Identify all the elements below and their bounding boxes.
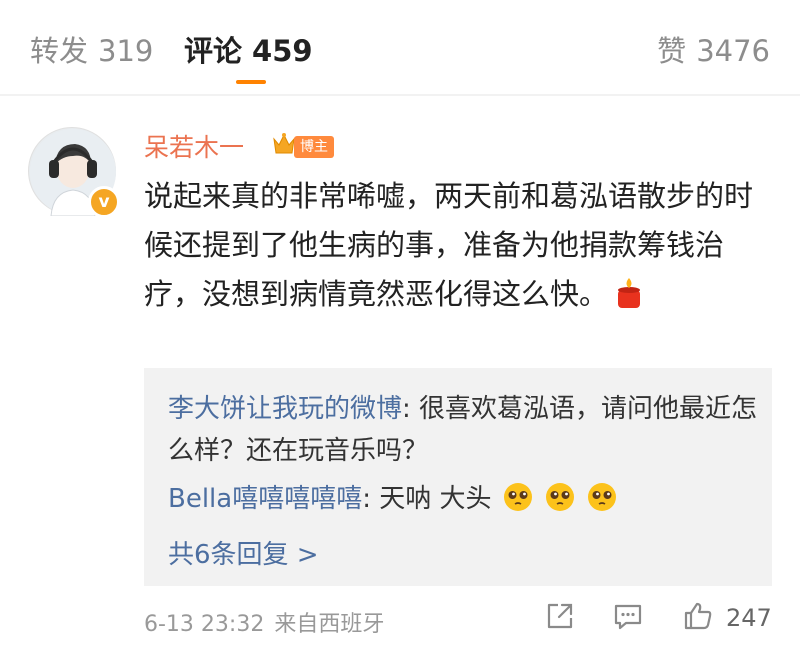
- comment-icon[interactable]: [612, 600, 644, 632]
- share-icon[interactable]: [544, 600, 576, 632]
- tab-comment-label: 评论: [184, 34, 243, 68]
- comment-author-name[interactable]: 呆若木一: [144, 128, 244, 164]
- tab-divider: [0, 94, 800, 96]
- verified-badge-icon: v: [88, 186, 120, 218]
- tab-like-count: 3476: [696, 34, 770, 68]
- tab-repost-count: 319: [98, 34, 154, 68]
- reply-text: : 天呐 大头: [362, 484, 492, 514]
- reply-item: Bella嘻嘻嘻嘻嘻: 天呐 大头: [168, 478, 758, 520]
- crown-icon: [273, 133, 295, 154]
- thumbs-up-icon[interactable]: [682, 600, 714, 632]
- tab-repost[interactable]: 转发 319: [30, 28, 153, 70]
- comment-text: 说起来真的非常唏嘘，两天前和葛泓语散步的时候还提到了他生病的事，准备为他捐款筹钱…: [144, 179, 754, 311]
- tab-repost-label: 转发: [30, 34, 89, 68]
- tab-like-label: 赞: [657, 34, 687, 68]
- source-location: 来自西班牙: [274, 612, 385, 637]
- tab-bar: 转发 319 评论 459 赞 3476: [0, 0, 800, 96]
- comment-body: 说起来真的非常唏嘘，两天前和葛泓语散步的时候还提到了他生病的事，准备为他捐款筹钱…: [144, 172, 764, 319]
- tab-comment[interactable]: 评论 459: [184, 28, 313, 70]
- reply-author-name[interactable]: Bella嘻嘻嘻嘻嘻: [168, 484, 362, 514]
- timestamp: 6-13 23:32: [144, 612, 265, 637]
- pleading-face-icon: [545, 483, 574, 511]
- tab-like[interactable]: 赞 3476: [657, 28, 770, 70]
- pleading-face-icon: [587, 483, 616, 511]
- reply-author-name[interactable]: 李大饼让我玩的微博: [168, 394, 402, 424]
- tab-comment-count: 459: [252, 34, 313, 68]
- active-tab-indicator: [236, 80, 266, 84]
- host-badge: 博主: [294, 136, 334, 158]
- pleading-face-icon: [503, 483, 532, 511]
- candle-icon: [618, 278, 641, 308]
- replies-box[interactable]: 李大饼让我玩的微博: 很喜欢葛泓语，请问他最近怎么样？还在玩音乐吗？ Bella…: [144, 368, 772, 586]
- like-count: 247: [726, 604, 772, 632]
- reply-item: 李大饼让我玩的微博: 很喜欢葛泓语，请问他最近怎么样？还在玩音乐吗？: [168, 388, 758, 472]
- comment-meta: 6-13 23:32 来自西班牙: [144, 606, 384, 638]
- more-replies-link[interactable]: 共6条回复 >: [168, 534, 319, 571]
